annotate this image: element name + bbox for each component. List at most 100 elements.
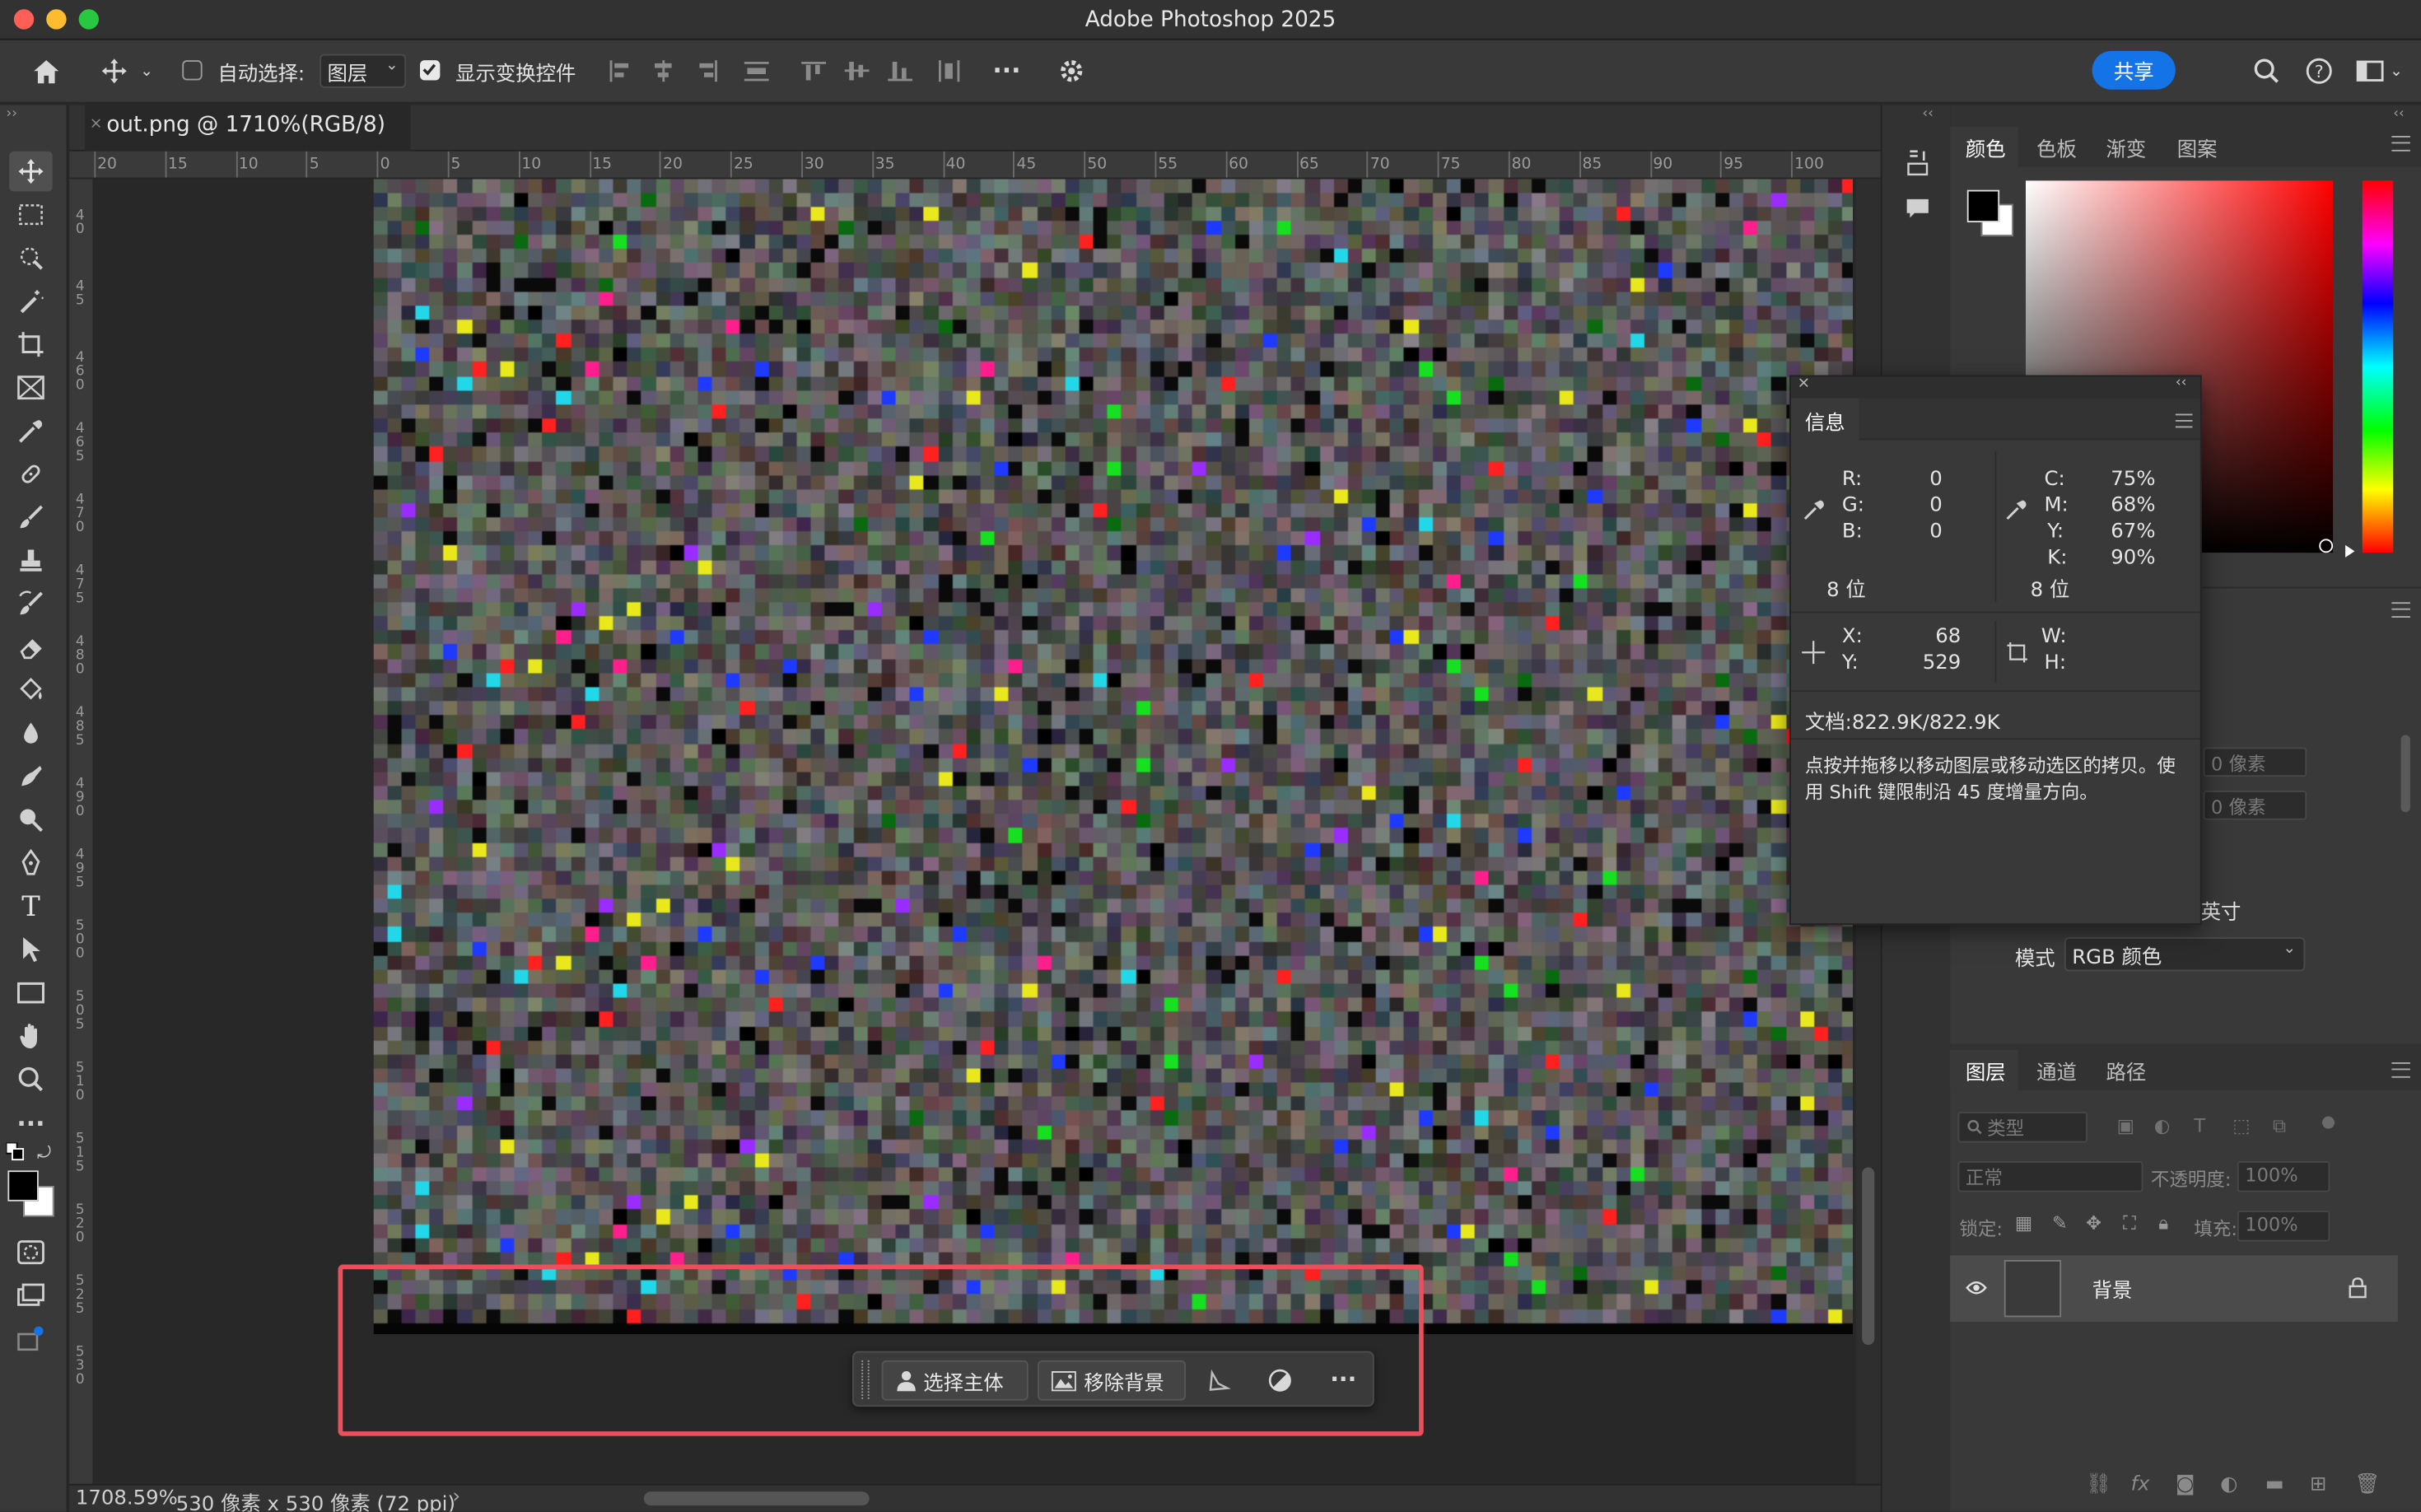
tab-channels[interactable]: 通道 <box>2036 1057 2077 1085</box>
brush-tool-button[interactable] <box>9 497 53 538</box>
type-tool-button[interactable]: T <box>9 886 53 926</box>
show-transform-checkbox[interactable] <box>420 60 441 81</box>
more-options-icon[interactable]: ··· <box>988 53 1025 86</box>
blend-mode-dropdown[interactable]: 正常 <box>1957 1161 2143 1192</box>
new-layer-icon[interactable]: ⊞ <box>2310 1473 2326 1496</box>
move-tool-icon[interactable] <box>96 54 133 88</box>
frame-tool-button[interactable] <box>9 367 53 408</box>
foreground-color-swatch[interactable] <box>7 1170 39 1202</box>
auto-select-checkbox[interactable] <box>182 60 203 81</box>
workspace-icon[interactable] <box>2353 56 2387 87</box>
color-panel-menu-icon[interactable] <box>2391 136 2410 152</box>
history-brush-tool-button[interactable] <box>9 584 53 624</box>
gear-icon[interactable] <box>1055 54 1089 88</box>
search-icon[interactable] <box>2251 56 2283 87</box>
paint-bucket-tool-button[interactable] <box>9 670 53 711</box>
cmyk-eyedropper-icon[interactable] <box>2006 497 2029 520</box>
layer-filter-dropdown[interactable]: 类型 <box>1957 1112 2087 1143</box>
rectangle-tool-button[interactable] <box>9 973 53 1013</box>
px-input-2[interactable]: 0 像素 <box>2203 791 2307 820</box>
new-adjustment-layer-icon[interactable]: ◐ <box>2220 1473 2237 1496</box>
layer-filter-icons[interactable]: ▣ ◐ T ⬚ ⧉ <box>2117 1115 2318 1140</box>
info-title[interactable]: 信息 <box>1805 406 1845 436</box>
document-image[interactable] <box>373 179 1853 1334</box>
workspace-chevron-icon[interactable]: ⌄ <box>2389 62 2405 81</box>
crop-tool-button[interactable] <box>9 324 53 365</box>
delete-layer-icon[interactable]: 🗑︎ <box>2354 1473 2380 1496</box>
vertical-scroll-thumb[interactable] <box>1862 1167 1875 1346</box>
color-picker-cursor[interactable] <box>2319 539 2334 553</box>
share-for-review-icon[interactable] <box>9 1318 53 1359</box>
object-selection-tool-button[interactable] <box>9 238 53 278</box>
align-bottom-edges-icon[interactable] <box>886 56 914 87</box>
hand-tool-button[interactable] <box>9 1016 53 1057</box>
filter-toggle-icon[interactable] <box>2322 1116 2335 1129</box>
eyedropper-tool-button[interactable] <box>9 411 53 451</box>
tab-swatches[interactable]: 色板 <box>2036 133 2077 162</box>
lock-icons[interactable]: ▦ ✎ ✥ ⛶ 🔒︎ <box>2015 1212 2177 1237</box>
align-top-edges-icon[interactable] <box>800 56 828 87</box>
screen-mode-icon[interactable] <box>9 1276 53 1316</box>
path-selection-tool-button[interactable] <box>9 930 53 970</box>
opacity-input[interactable]: 100% <box>2237 1161 2330 1192</box>
add-mask-icon[interactable]: ◙ <box>2176 1473 2195 1496</box>
panel-foreground-swatch[interactable] <box>1966 189 2000 222</box>
dodge-tool-button[interactable] <box>9 800 53 840</box>
distribute-vertical-icon[interactable] <box>743 56 771 87</box>
layer-name[interactable]: 背景 <box>2092 1274 2133 1303</box>
auto-select-target-dropdown[interactable]: 图层 ⌄ <box>320 54 407 88</box>
comments-panel-icon[interactable] <box>1901 192 1934 226</box>
properties-scroll-thumb[interactable] <box>2400 735 2410 813</box>
smudge-tool-button[interactable] <box>9 757 53 797</box>
hue-slider[interactable] <box>2362 180 2394 553</box>
distribute-horizontal-icon[interactable] <box>935 56 963 87</box>
layers-panel-menu-icon[interactable] <box>2391 1062 2410 1078</box>
blur-tool-button[interactable] <box>9 713 53 754</box>
tab-gradients[interactable]: 渐变 <box>2106 133 2147 162</box>
tab-color[interactable]: 颜色 <box>1966 133 2006 162</box>
edit-toolbar-more-icon[interactable]: ··· <box>9 1103 53 1143</box>
healing-brush-tool-button[interactable] <box>9 454 53 494</box>
align-horizontal-centers-icon[interactable] <box>650 56 678 87</box>
zoom-level[interactable]: 1708.59% <box>76 1487 178 1510</box>
info-panel-menu-icon[interactable] <box>2175 413 2193 428</box>
share-button[interactable]: 共享 <box>2092 50 2176 90</box>
px-input-1[interactable]: 0 像素 <box>2203 747 2307 777</box>
help-icon[interactable]: ? <box>2304 56 2335 87</box>
fx-icon[interactable]: fx <box>2131 1473 2150 1496</box>
link-layers-icon[interactable]: ⛓ <box>2086 1473 2111 1496</box>
clone-stamp-tool-button[interactable] <box>9 540 53 581</box>
default-colors-icon[interactable] <box>5 1141 26 1162</box>
info-panel-titlebar[interactable]: × ‹‹ <box>1791 376 2200 399</box>
collapse-dock-icon[interactable]: ‹‹ <box>1922 106 1934 122</box>
layer-row[interactable]: 背景 <box>1950 1255 2398 1322</box>
status-menu-arrow-icon[interactable]: › <box>452 1486 460 1509</box>
info-close-icon[interactable]: × <box>1798 376 1811 393</box>
mode-dropdown[interactable]: RGB 颜色 ⌄ <box>2064 937 2306 972</box>
collapse-panels-icon[interactable]: ‹‹ <box>2393 106 2405 122</box>
document-tab[interactable]: × out.png @ 1710%(RGB/8) <box>85 105 410 152</box>
home-icon[interactable] <box>28 54 65 88</box>
document-size-info[interactable]: 530 像素 x 530 像素 (72 ppi) <box>176 1487 455 1512</box>
history-panel-icon[interactable] <box>1901 145 1934 179</box>
eraser-tool-button[interactable] <box>9 627 53 667</box>
magic-wand-tool-button[interactable] <box>9 281 53 321</box>
align-left-edges-icon[interactable] <box>607 56 635 87</box>
horizontal-scroll-thumb[interactable] <box>643 1491 870 1506</box>
new-group-icon[interactable]: ▬ <box>2265 1473 2284 1496</box>
rgb-eyedropper-icon[interactable] <box>1803 497 1826 520</box>
fill-input[interactable]: 100% <box>2237 1211 2330 1242</box>
align-right-edges-icon[interactable] <box>693 56 721 87</box>
tool-preset-chevron-icon[interactable]: ⌄ <box>138 62 156 81</box>
align-vertical-centers-icon[interactable] <box>843 56 871 87</box>
collapse-toolbar-icon[interactable]: ›› <box>7 106 18 122</box>
close-tab-icon[interactable]: × <box>90 116 103 133</box>
marquee-tool-button[interactable] <box>9 194 53 235</box>
hue-slider-handle[interactable] <box>2345 544 2355 558</box>
pen-tool-button[interactable] <box>9 843 53 884</box>
quick-mask-icon[interactable] <box>9 1232 53 1272</box>
tab-paths[interactable]: 路径 <box>2106 1057 2147 1085</box>
tab-patterns[interactable]: 图案 <box>2177 133 2218 162</box>
move-tool-button[interactable] <box>9 151 53 192</box>
tab-layers[interactable]: 图层 <box>1966 1057 2006 1085</box>
